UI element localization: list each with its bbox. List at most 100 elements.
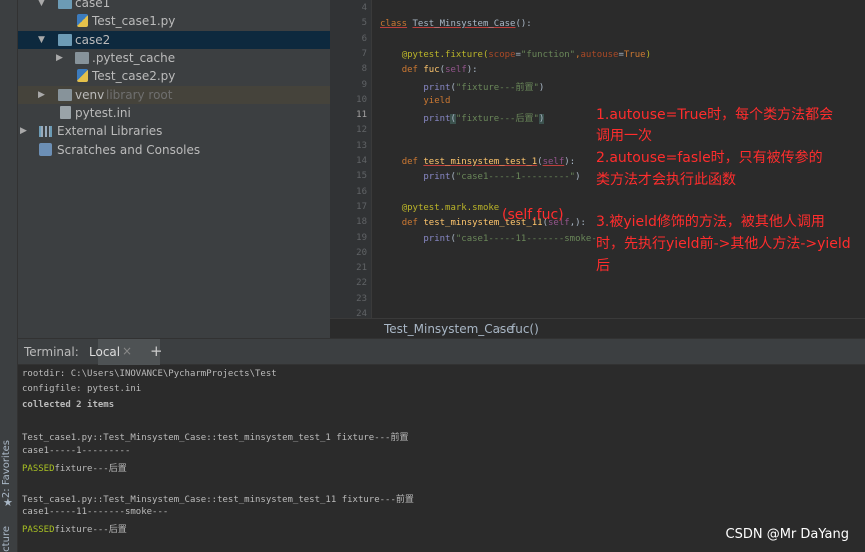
code-line: print("fixture---前置")	[423, 83, 545, 93]
line-number: 9	[361, 79, 367, 90]
annotation-line: 调用一次	[596, 128, 652, 144]
line-number: 13	[356, 140, 367, 151]
scratches-icon	[39, 143, 52, 156]
tree-item-pytest-ini[interactable]: pytest.ini	[18, 104, 330, 122]
breadcrumb-method[interactable]: fuc()	[511, 322, 539, 336]
terminal-title: Terminal:	[24, 345, 79, 359]
annotation-line: 3.被yield修饰的方法，被其他人调用	[596, 214, 825, 230]
line-number: 11	[356, 110, 367, 121]
line-number: 22	[356, 278, 367, 289]
add-terminal-icon[interactable]: +	[150, 342, 163, 360]
annotation-line: 1.autouse=True时，每个类方法都会	[596, 107, 834, 123]
line-number: 14	[356, 156, 367, 166]
terminal-line: Test_case1.py::Test_Minsystem_Case::test…	[22, 495, 414, 505]
passed-label: PASSED	[22, 525, 55, 535]
line-number: 20	[356, 247, 367, 258]
tree-item-label: External Libraries	[57, 124, 163, 138]
line-number: 24	[356, 309, 367, 318]
line-number: 18	[356, 217, 367, 228]
line-number-gutter: 4 5 6 7 8 9 10 11 12 13 14 15 16 17 18 19 20 21 22 23 24	[330, 0, 372, 318]
tree-item-label: case2	[75, 33, 111, 47]
line-number: 23	[356, 293, 367, 304]
tree-item-case2[interactable]: ▼ case2	[18, 31, 330, 49]
tree-item-label: Test_case1.py	[92, 14, 176, 28]
tree-item-venv[interactable]: ▶ venv library root	[18, 86, 330, 104]
code-line: print("fixture---后置")	[423, 114, 545, 124]
line-number: 15	[356, 171, 367, 182]
chevron-right-icon[interactable]: ▶	[56, 49, 63, 67]
terminal-output[interactable]: rootdir: C:\Users\INOVANCE\PycharmProjec…	[18, 365, 865, 552]
tree-item-test-case1[interactable]: Test_case1.py	[18, 12, 330, 30]
tree-item-external-libraries[interactable]: ▶ External Libraries	[18, 122, 330, 140]
folder-icon	[58, 0, 72, 9]
terminal-line: PASSEDfixture---后置	[22, 525, 127, 535]
annotation-line: 时，先执行yield前->其他人方法->yield	[596, 236, 851, 252]
code-line: @pytest.fixture(scope="function",autouse…	[401, 50, 651, 60]
terminal-tab-label[interactable]: Local	[89, 345, 120, 359]
code-line: yield	[423, 96, 451, 106]
line-number: 12	[356, 125, 367, 136]
code-line: print("case1-----1---------")	[423, 172, 581, 182]
line-number: 5	[361, 18, 367, 29]
tree-item-case1[interactable]: ▼ case1	[18, 0, 330, 12]
favorites-tab[interactable]: 2: Favorites	[1, 440, 12, 498]
annotation-line: 类方法才会执行此函数	[596, 172, 736, 188]
code-editor[interactable]: 4 5 6 7 8 9 10 11 12 13 14 15 16 17 18 19 20 21 22 23 24 cla…	[330, 0, 865, 318]
project-tree: ▼ case1 Test_case1.py ▼ case2 ▶ .pytest_…	[18, 0, 330, 338]
code-line: def fuc(self):	[401, 65, 478, 75]
chevron-right-icon[interactable]: ▶	[38, 86, 45, 104]
tree-item-label: .pytest_cache	[92, 51, 176, 65]
line-number: 10	[356, 94, 367, 105]
code-line: def test_minsystem_test_1(self):	[401, 157, 576, 167]
terminal-line: collected 2 items	[22, 400, 115, 410]
chevron-right-icon[interactable]: ▶	[20, 122, 27, 140]
chevron-down-icon[interactable]: ▼	[38, 31, 45, 49]
close-icon[interactable]: ×	[122, 344, 132, 358]
code-line: class Test_Minsystem_Case():	[380, 19, 532, 29]
tree-item-label: Scratches and Consoles	[57, 143, 201, 157]
line-number: 19	[356, 232, 367, 243]
line-number: 8	[361, 64, 367, 75]
tree-item-test-case2[interactable]: Test_case2.py	[18, 67, 330, 85]
code-line: @pytest.mark.smoke	[401, 203, 500, 213]
annotation-inline-params: (self,fuc)	[502, 207, 564, 223]
line-number: 4	[361, 3, 367, 13]
code-line: print("case1-----11-------smoke-	[423, 234, 597, 244]
breadcrumb-separator: ›	[498, 322, 503, 336]
watermark: CSDN @Mr DaYang	[725, 527, 849, 542]
left-tool-strip: 2: Favorites ★ Structure	[0, 0, 18, 552]
terminal-header: Terminal: Local × +	[18, 338, 865, 365]
tree-item-pytest-cache[interactable]: ▶ .pytest_cache	[18, 49, 330, 67]
tree-item-scratches[interactable]: Scratches and Consoles	[18, 141, 330, 159]
python-file-icon	[77, 69, 88, 82]
folder-icon	[58, 89, 72, 101]
structure-tab[interactable]: Structure	[1, 526, 12, 552]
terminal-line: PASSEDfixture---后置	[22, 464, 127, 474]
line-number: 6	[361, 33, 367, 44]
breadcrumb: Test_Minsystem_Case › fuc()	[330, 318, 865, 338]
tree-item-label: Test_case2.py	[92, 69, 176, 83]
line-number: 17	[356, 201, 367, 212]
tree-item-label: pytest.ini	[75, 106, 131, 120]
line-number: 7	[361, 48, 367, 59]
folder-icon	[75, 52, 89, 64]
libraries-icon	[39, 126, 52, 137]
terminal-line: configfile: pytest.ini	[22, 384, 142, 394]
terminal-line: Test_case1.py::Test_Minsystem_Case::test…	[22, 433, 409, 443]
terminal-line: rootdir: C:\Users\INOVANCE\PycharmProjec…	[22, 369, 277, 379]
chevron-down-icon[interactable]: ▼	[38, 0, 45, 12]
library-root-hint: library root	[106, 88, 173, 102]
python-file-icon	[77, 14, 88, 27]
tree-item-label: case1	[75, 0, 111, 10]
folder-icon	[58, 34, 72, 46]
passed-label: PASSED	[22, 464, 55, 474]
terminal-line: case1-----1---------	[22, 446, 131, 456]
line-number: 16	[356, 186, 367, 197]
annotation-line: 后	[596, 258, 610, 274]
breadcrumb-class[interactable]: Test_Minsystem_Case	[384, 322, 514, 336]
terminal-line: case1-----11-------smoke---	[22, 507, 169, 517]
line-number: 21	[356, 263, 367, 274]
annotation-line: 2.autouse=fasle时，只有被传参的	[596, 150, 823, 166]
star-icon: ★	[3, 496, 13, 509]
tree-item-label: venv	[75, 88, 105, 102]
